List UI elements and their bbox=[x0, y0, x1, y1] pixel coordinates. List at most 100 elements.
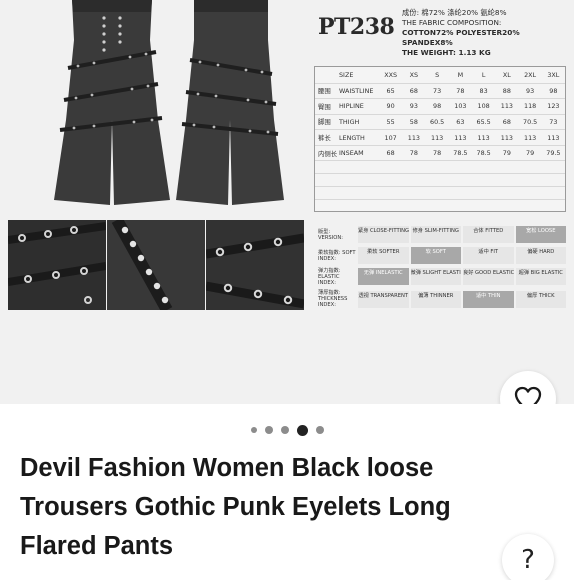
size-header-cell: L bbox=[472, 67, 496, 84]
fit-row-soft: 柔软指数: SOFT INDEX: 柔软 SOFTER 软 SOFT 适中 FI… bbox=[318, 245, 566, 266]
size-header-cell: XS bbox=[402, 67, 426, 84]
fit-row-elastic: 弹力指数: ELASTIC INDEX: 无弹 INELASTIC 微弹 SLI… bbox=[318, 266, 566, 287]
carousel-dot[interactable] bbox=[250, 427, 257, 433]
size-cell: 90 bbox=[379, 98, 403, 115]
fit-label: 柔软指数: SOFT INDEX: bbox=[318, 249, 356, 262]
product-title: Devil Fashion Women Black loose Trousers… bbox=[20, 454, 451, 560]
size-cell: 73 bbox=[541, 114, 565, 131]
size-header-cell: 2XL bbox=[518, 67, 542, 84]
composition-line: THE WEIGHT: 1.13 KG bbox=[402, 48, 491, 57]
fit-cell-selected: 适中 THIN bbox=[463, 290, 514, 308]
carousel-dot[interactable] bbox=[280, 426, 289, 434]
size-cell: 113 bbox=[495, 98, 519, 115]
fit-cell: 偏薄 THINNER bbox=[410, 290, 461, 308]
fit-cell: 透视 TRANSPARENT bbox=[358, 290, 409, 308]
like-button[interactable] bbox=[500, 371, 556, 404]
size-cell: 79 bbox=[518, 145, 542, 162]
fabric-composition: 成份: 棉72% 涤纶20% 氨纶8% THE FABRIC COMPOSITI… bbox=[402, 8, 574, 58]
fit-label: 版型: VERSION: bbox=[318, 228, 343, 241]
size-cell: 113 bbox=[425, 129, 449, 146]
size-cell: 79 bbox=[495, 145, 519, 162]
size-header-cell bbox=[315, 67, 339, 84]
size-blank-row bbox=[315, 160, 565, 175]
size-cell: 60.5 bbox=[425, 114, 449, 131]
composition-line: SPANDEX8% bbox=[402, 38, 453, 47]
size-cell: 103 bbox=[448, 98, 472, 115]
size-header-cell: XXS bbox=[379, 67, 403, 84]
size-row: 臀围 HIPLINE 90 93 98 103 108 113 118 123 bbox=[315, 98, 565, 115]
fit-row-version: 版型: VERSION: 紧身 CLOSE-FITTING 修身 SLIM-FI… bbox=[318, 224, 566, 245]
size-cell: 83 bbox=[472, 83, 496, 100]
size-cell: 68 bbox=[379, 145, 403, 162]
composition-line: 成份: 棉72% 涤纶20% 氨纶8% bbox=[402, 8, 507, 17]
product-code-stamp: PT238 bbox=[318, 14, 395, 40]
size-cell: 78 bbox=[425, 145, 449, 162]
detail-photo-strap bbox=[206, 220, 304, 310]
fit-label: 弹力指数: ELASTIC INDEX: bbox=[318, 267, 341, 286]
size-cell: 58 bbox=[402, 114, 426, 131]
composition-line: THE FABRIC COMPOSITION: bbox=[402, 18, 502, 27]
size-cell: 臀围 bbox=[315, 98, 339, 115]
carousel-dot[interactable] bbox=[315, 426, 324, 434]
size-cell: 63 bbox=[448, 114, 472, 131]
size-cell: 65.5 bbox=[472, 114, 496, 131]
size-cell: 裤长 bbox=[315, 129, 339, 146]
carousel-dot-active[interactable] bbox=[296, 424, 308, 436]
pants-back-photo bbox=[176, 0, 284, 205]
size-cell: 68 bbox=[495, 114, 519, 131]
size-cell: 68 bbox=[402, 83, 426, 100]
size-cell: 113 bbox=[402, 129, 426, 146]
size-header-cell: 3XL bbox=[541, 67, 565, 84]
fit-cell-selected: 软 SOFT bbox=[410, 247, 461, 264]
fit-cell: 合体 FITTED bbox=[463, 226, 514, 243]
size-chart-table: SIZE XXS XS S M L XL 2XL 3XL 腰围 WAISTLIN… bbox=[314, 66, 566, 212]
size-cell: 118 bbox=[518, 98, 542, 115]
size-cell: 78.5 bbox=[448, 145, 472, 162]
fit-cell: 适中 FIT bbox=[463, 247, 514, 264]
fit-cell-selected: 无弹 INELASTIC bbox=[358, 268, 409, 285]
fit-cell: 偏硬 HARD bbox=[515, 247, 566, 264]
size-cell: INSEAM bbox=[339, 145, 379, 162]
size-cell: 93 bbox=[402, 98, 426, 115]
fit-cell: 修身 SLIM-FITTING bbox=[410, 226, 461, 243]
size-row: 脚围 THIGH 55 58 60.5 63 65.5 68 70.5 73 bbox=[315, 114, 565, 131]
size-cell: 88 bbox=[495, 83, 519, 100]
size-header-cell: SIZE bbox=[339, 67, 379, 84]
fit-index-grid: 版型: VERSION: 紧身 CLOSE-FITTING 修身 SLIM-FI… bbox=[318, 224, 566, 311]
size-cell: HIPLINE bbox=[339, 98, 379, 115]
size-cell: 113 bbox=[495, 129, 519, 146]
heart-icon bbox=[514, 386, 542, 404]
size-cell: LENGTH bbox=[339, 129, 379, 146]
fit-label: 薄厚指数: THICKNESS INDEX: bbox=[318, 290, 348, 308]
size-cell: WAISTLINE bbox=[339, 83, 379, 100]
detail-photo-eyelets bbox=[107, 220, 205, 310]
size-header-cell: M bbox=[448, 67, 472, 84]
fit-cell: 柔软 SOFTER bbox=[358, 247, 409, 264]
size-cell: 79.5 bbox=[541, 145, 565, 162]
size-cell: 108 bbox=[472, 98, 496, 115]
size-cell: 腰围 bbox=[315, 83, 339, 100]
help-button[interactable]: ? bbox=[502, 534, 554, 580]
size-cell: 内侧长 bbox=[315, 145, 339, 162]
fit-cell-selected: 宽松 LOOSE bbox=[515, 226, 566, 243]
size-cell: THIGH bbox=[339, 114, 379, 131]
fit-cell: 微弹 SLIGHT ELASTIC bbox=[410, 268, 461, 285]
carousel-dot[interactable] bbox=[264, 426, 273, 434]
size-cell: 113 bbox=[472, 129, 496, 146]
size-blank-row bbox=[315, 186, 565, 201]
size-row: 腰围 WAISTLINE 65 68 73 78 83 88 93 98 bbox=[315, 83, 565, 100]
size-cell: 113 bbox=[448, 129, 472, 146]
fit-cell: 偏厚 THICK bbox=[515, 290, 566, 308]
detail-photo-pocket bbox=[8, 220, 106, 310]
size-cell: 78 bbox=[402, 145, 426, 162]
pants-front-photo bbox=[54, 0, 170, 205]
fit-cell: 超弹 BIG ELASTIC bbox=[515, 268, 566, 285]
size-cell: 78.5 bbox=[472, 145, 496, 162]
size-cell: 93 bbox=[518, 83, 542, 100]
size-cell: 70.5 bbox=[518, 114, 542, 131]
size-row: 裤长 LENGTH 107 113 113 113 113 113 113 11… bbox=[315, 129, 565, 146]
size-header-cell: S bbox=[425, 67, 449, 84]
size-header-row: SIZE XXS XS S M L XL 2XL 3XL bbox=[315, 67, 565, 84]
size-blank-row bbox=[315, 173, 565, 188]
product-image-carousel[interactable]: PT238 成份: 棉72% 涤纶20% 氨纶8% THE FABRIC COM… bbox=[0, 0, 574, 404]
